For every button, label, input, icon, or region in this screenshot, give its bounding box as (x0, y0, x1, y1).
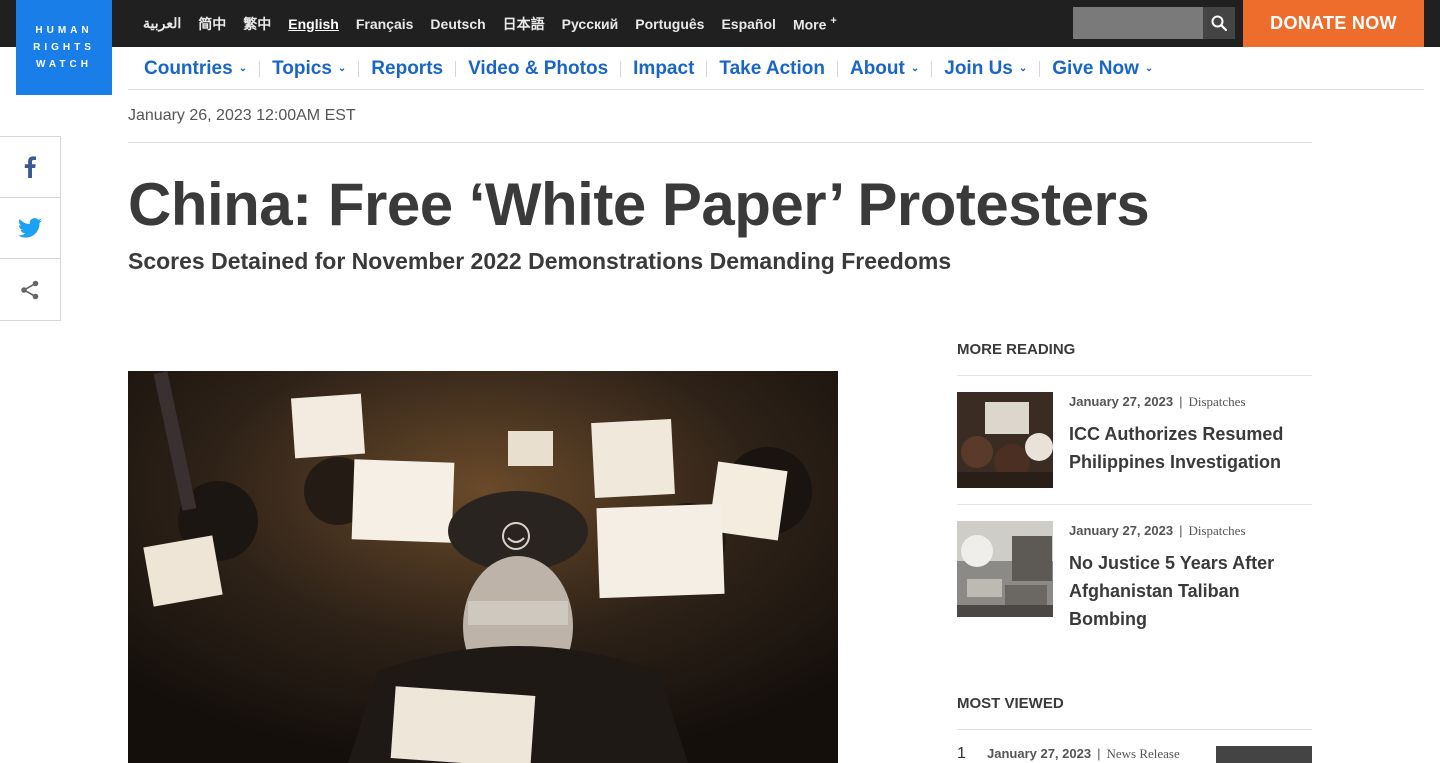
chevron-down-icon: ⌄ (238, 63, 248, 74)
article-meta: January 27, 2023 | Dispatches (1069, 394, 1246, 409)
nav-about-label: About (849, 57, 905, 79)
nav-topics-label: Topics (272, 57, 332, 79)
most-viewed-section: MOST VIEWED (957, 695, 1312, 712)
article-meta-date: January 27, 2023 (987, 746, 1092, 761)
article-thumbnail[interactable] (957, 521, 1053, 617)
article-meta: January 27, 2023 | Dispatches (1069, 523, 1246, 538)
share-icon (21, 280, 39, 299)
most-viewed-heading: MOST VIEWED (957, 695, 1064, 712)
page-subtitle: Scores Detained for November 2022 Demons… (128, 248, 952, 274)
article-date: January 26, 2023 12:00AM EST (128, 107, 356, 124)
nav-give-now-label: Give Now (1052, 57, 1139, 79)
thumbnail-image (957, 521, 1053, 617)
nav-give-now[interactable]: Give Now ⌄ (1052, 58, 1153, 80)
chevron-down-icon: ⌄ (1144, 63, 1154, 74)
nav-divider (836, 60, 838, 77)
share-bar (0, 136, 61, 321)
share-facebook-button[interactable] (0, 137, 60, 198)
share-more-button[interactable] (0, 259, 60, 320)
search-button[interactable] (1203, 7, 1235, 39)
article-meta: January 27, 2023 | News Release (987, 746, 1180, 761)
article-meta-date: January 27, 2023 (1069, 523, 1174, 538)
nav-video-photos[interactable]: Video & Photos (468, 58, 608, 80)
nav-divider (1039, 60, 1041, 77)
nav-reports[interactable]: Reports (371, 58, 443, 80)
language-japanese[interactable]: 日本語 (503, 14, 545, 34)
most-viewed-divider (957, 729, 1312, 730)
nav-divider (259, 60, 261, 77)
search-input[interactable] (1073, 7, 1203, 39)
most-viewed-rank: 1 (957, 745, 966, 762)
language-english[interactable]: English (288, 16, 339, 32)
nav-divider (620, 60, 622, 77)
nav-divider (455, 60, 457, 77)
facebook-icon (24, 156, 36, 178)
chevron-down-icon: ⌄ (910, 63, 920, 74)
nav-join-us[interactable]: Join Us ⌄ (944, 58, 1027, 80)
more-reading-heading: MORE READING (957, 341, 1076, 358)
donate-now-button[interactable]: DONATE NOW (1243, 0, 1424, 47)
article-headline-link[interactable]: No Justice 5 Years After Afghanistan Tal… (1069, 549, 1319, 633)
article-category: Dispatches (1188, 523, 1246, 538)
language-simplified-chinese[interactable]: 简中 (198, 14, 226, 34)
more-reading-section: MORE READING (957, 341, 1312, 358)
chevron-down-icon: ⌄ (1018, 63, 1028, 74)
nav-divider (706, 60, 708, 77)
nav-take-action[interactable]: Take Action (719, 58, 825, 80)
nav-impact[interactable]: Impact (633, 58, 694, 80)
article-headline-link[interactable]: ICC Authorizes Resumed Philippines Inves… (1069, 420, 1319, 476)
more-languages-label: More (792, 16, 827, 33)
more-reading-item[interactable]: January 27, 2023 | Dispatches ICC Authoriz… (957, 392, 1312, 488)
language-german[interactable]: Deutsch (430, 16, 485, 32)
language-traditional-chinese[interactable]: 繁中 (243, 14, 271, 34)
article-meta-date: January 27, 2023 (1069, 394, 1174, 409)
article-thumbnail[interactable] (1216, 746, 1312, 763)
more-languages-button[interactable]: More + (793, 15, 837, 33)
most-viewed-item[interactable]: 1 January 27, 2023 | News Release (957, 745, 1312, 763)
nav-divider-line (128, 89, 1424, 90)
page-title: China: Free ‘White Paper’ Protesters (128, 171, 1150, 238)
article-category: News Release (1106, 746, 1180, 761)
more-reading-item[interactable]: January 27, 2023 | Dispatches No Justice 5… (957, 521, 1312, 629)
logo-line-3: WATCH (36, 59, 92, 70)
nav-topics[interactable]: Topics ⌄ (272, 58, 346, 80)
nav-divider (931, 60, 933, 77)
twitter-icon (18, 218, 42, 238)
nav-divider (358, 60, 360, 77)
thumbnail-image (957, 392, 1053, 488)
main-navigation: Countries ⌄ Topics ⌄ Reports Video & Photo… (144, 47, 1153, 90)
hero-photo-illustration (128, 371, 838, 763)
article-category: Dispatches (1188, 394, 1246, 409)
hero-photo (128, 371, 838, 763)
more-reading-divider (957, 375, 1312, 376)
logo-line-1: HUMAN (35, 25, 93, 36)
more-reading-divider (957, 504, 1312, 505)
language-arabic[interactable]: العربية (143, 15, 181, 32)
plus-icon: + (830, 14, 837, 27)
hrw-logo[interactable]: HUMAN RIGHTS WATCH (16, 0, 112, 95)
date-divider (128, 142, 1312, 143)
share-twitter-button[interactable] (0, 198, 60, 259)
nav-join-us-label: Join Us (944, 57, 1013, 79)
nav-countries-label: Countries (144, 57, 233, 79)
language-russian[interactable]: Русский (562, 16, 619, 32)
nav-about[interactable]: About ⌄ (850, 58, 919, 80)
chevron-down-icon: ⌄ (337, 63, 347, 74)
language-switcher: العربية 简中 繁中 English Français Deutsch 日… (143, 0, 854, 47)
nav-countries[interactable]: Countries ⌄ (144, 58, 247, 80)
article-thumbnail[interactable] (957, 392, 1053, 488)
language-french[interactable]: Français (356, 16, 414, 32)
search-icon (1211, 15, 1227, 31)
language-portuguese[interactable]: Português (635, 16, 704, 32)
language-spanish[interactable]: Español (721, 16, 775, 32)
logo-line-2: RIGHTS (33, 42, 95, 53)
